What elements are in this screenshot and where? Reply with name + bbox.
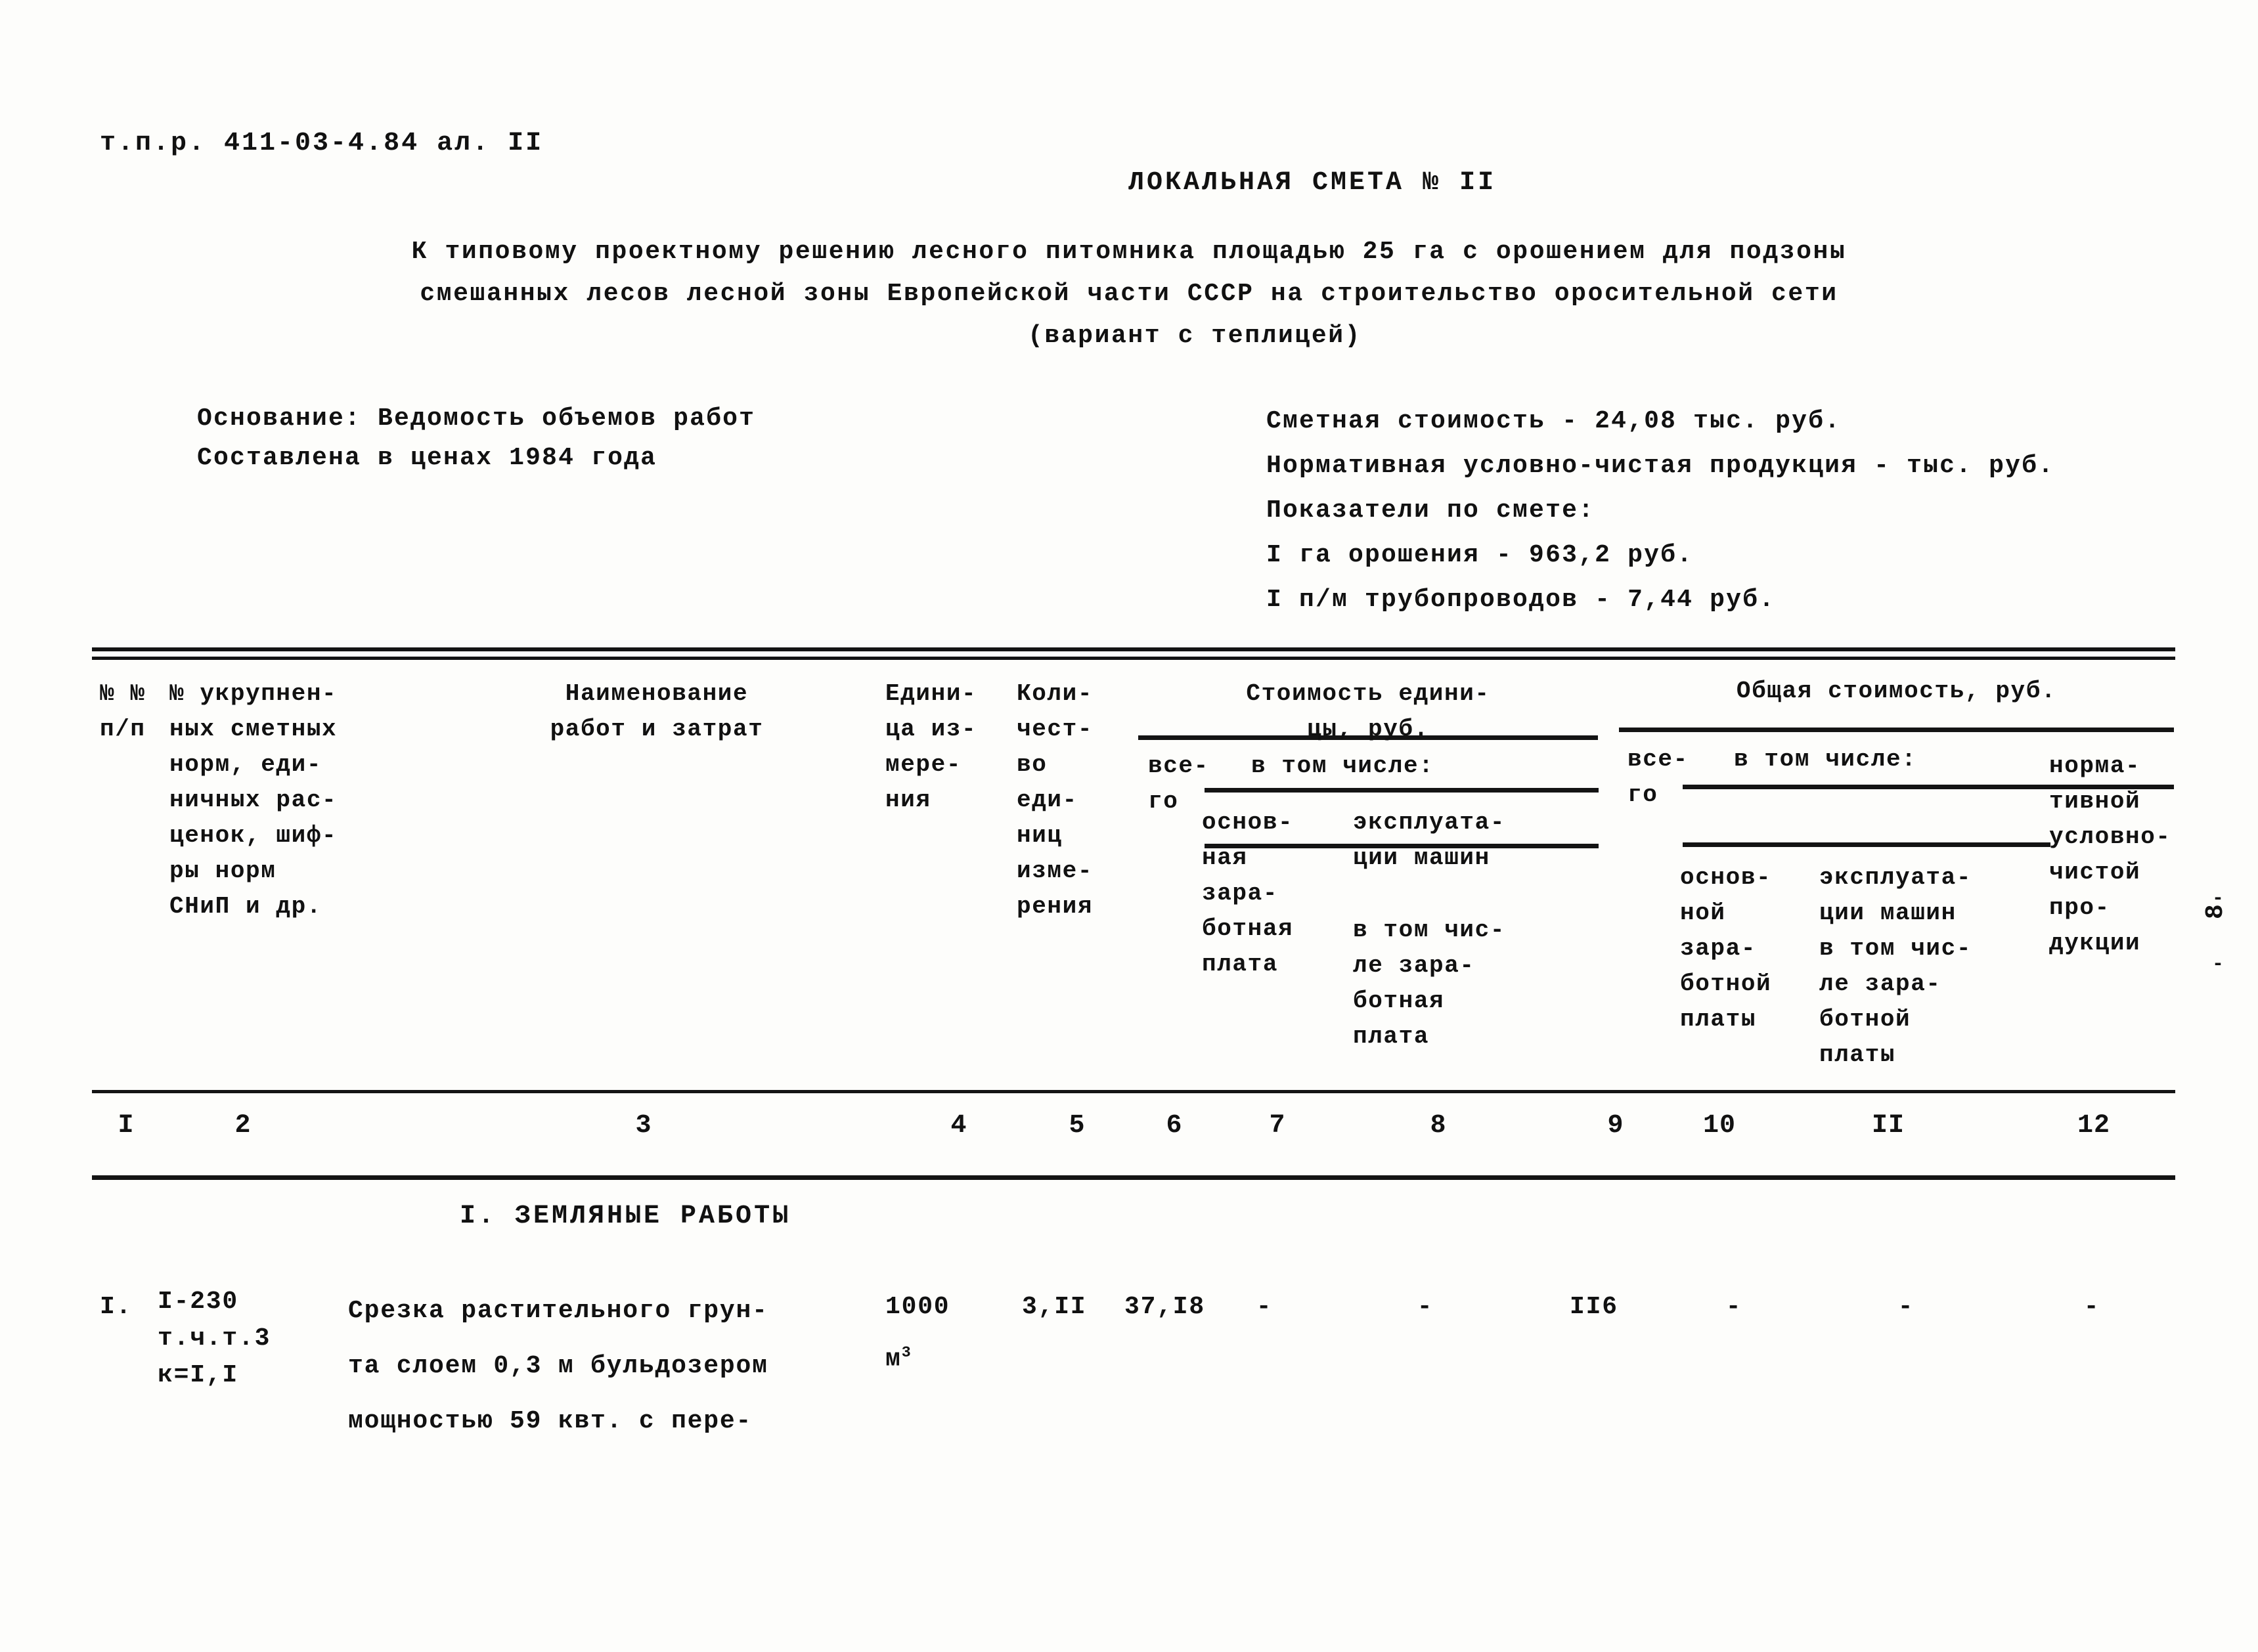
header-col-9: все- го xyxy=(1627,746,1689,808)
page-number: 8 xyxy=(2202,902,2230,919)
header-col-8-sub: в том чис- ле зара- ботная плата xyxy=(1353,917,1506,1050)
unit-cost-inwhich-rule xyxy=(1205,788,1599,793)
summary-per-hectare: I га орошения - 963,2 руб. xyxy=(1266,541,1694,569)
page-number-dash-bottom: - xyxy=(2212,953,2225,976)
basis-block: Основание: Ведомость объемов работ Соста… xyxy=(197,399,755,478)
header-col-8: эксплуата- ции машин xyxy=(1353,809,1506,871)
row-1-quantity: 3,II xyxy=(1022,1293,1087,1321)
total-cost-machines-rule xyxy=(1683,842,2050,847)
table-colnum-bottom-rule xyxy=(92,1175,2175,1180)
colnum-9: 9 xyxy=(1607,1111,1624,1141)
row-1-norm-code: I-230 т.ч.т.3 к=I,I xyxy=(158,1288,271,1389)
document-page: т.п.р. 411-03-4.84 ал. II ЛОКАЛЬНАЯ СМЕТ… xyxy=(0,0,2258,1652)
row-1-unit-exponent: 3 xyxy=(901,1344,912,1362)
row-1-unit-symbol: м xyxy=(885,1345,902,1374)
table-colnum-top-rule xyxy=(92,1090,2175,1093)
colnum-11: II xyxy=(1871,1111,1905,1141)
colnum-8: 8 xyxy=(1430,1111,1447,1141)
colnum-4: 4 xyxy=(950,1111,967,1141)
header-group-total-cost: Общая стоимость, руб. xyxy=(1736,678,2057,705)
header-unit-cost-in-which: в том числе: xyxy=(1251,752,1434,779)
header-col-2: № укрупнен- ных сметных норм, еди- ничны… xyxy=(169,680,338,920)
colnum-3: 3 xyxy=(635,1111,652,1141)
header-col-5: Коли- чест- во еди- ниц изме- рения xyxy=(1017,680,1094,920)
summary-estimate-cost: Сметная стоимость - 24,08 тыс. руб. xyxy=(1266,407,1842,435)
table-top-rule xyxy=(92,647,2175,651)
row-1-unit-bottom: м3 xyxy=(885,1330,1017,1383)
header-col-12: норма- тивной условно- чистой про- дукци… xyxy=(2049,752,2171,957)
header-group-unit-cost: Стоимость едини- цы, руб. xyxy=(1246,680,1490,743)
colnum-10: 10 xyxy=(1702,1111,1736,1141)
document-code: т.п.р. 411-03-4.84 ал. II xyxy=(100,129,544,158)
row-1-col12: - xyxy=(2083,1293,2100,1321)
total-cost-group-rule xyxy=(1619,728,2174,732)
colnum-6: 6 xyxy=(1166,1111,1183,1141)
row-1-col9: II6 xyxy=(1570,1293,1618,1321)
row-1-col11: - xyxy=(1897,1293,1915,1321)
summary-per-meter-pipeline: I п/м трубопроводов - 7,44 руб. xyxy=(1266,586,1776,614)
subtitle-line-2: смешанных лесов лесной зоны Европейской … xyxy=(420,280,1838,308)
subtitle-line-1: К типовому проектному решению лесного пи… xyxy=(411,238,1847,266)
header-col-4: Едини- ца из- мере- ния xyxy=(885,680,977,814)
header-col-11: эксплуата- ции машин в том чис- ле зара-… xyxy=(1819,864,1972,1068)
basis-line-1: Основание: Ведомость объемов работ xyxy=(197,404,756,433)
document-subtitle: К типовому проектному решению лесного пи… xyxy=(0,231,2258,357)
colnum-7: 7 xyxy=(1269,1111,1286,1141)
row-1-col7: - xyxy=(1256,1293,1273,1321)
section-heading-earthworks: I. ЗЕМЛЯНЫЕ РАБОТЫ xyxy=(460,1202,791,1231)
basis-line-2: Составлена в ценах 1984 года xyxy=(197,444,657,472)
summary-indicators-label: Показатели по смете: xyxy=(1266,496,1595,525)
row-1-col10: - xyxy=(1725,1293,1742,1321)
header-col-10: основ- ной зара- ботной платы xyxy=(1680,864,1772,1033)
colnum-2: 2 xyxy=(234,1111,252,1141)
row-1-work-name: Срезка растительного грун- та слоем 0,3 … xyxy=(348,1297,768,1435)
summary-block: Сметная стоимость - 24,08 тыс. руб. Норм… xyxy=(1266,399,2054,622)
row-1-unit-top: 1000 xyxy=(885,1293,950,1321)
header-col-3: Наименование работ и затрат xyxy=(550,680,764,743)
table-top-rule-2 xyxy=(92,657,2175,660)
colnum-12: 12 xyxy=(2077,1111,2110,1141)
header-total-cost-in-which: в том числе: xyxy=(1734,746,1917,773)
row-1-col8: - xyxy=(1417,1293,1434,1321)
subtitle-line-3: (вариант с теплицей) xyxy=(1027,322,1362,350)
header-col-7: основ- ная зара- ботная плата xyxy=(1202,809,1294,978)
page-title: ЛОКАЛЬНАЯ СМЕТА № II xyxy=(1128,168,1497,198)
colnum-1: I xyxy=(118,1111,135,1141)
colnum-5: 5 xyxy=(1069,1111,1086,1141)
summary-normative-production: Нормативная условно-чистая продукция - т… xyxy=(1266,452,2055,480)
row-1-col6: 37,I8 xyxy=(1124,1293,1206,1321)
